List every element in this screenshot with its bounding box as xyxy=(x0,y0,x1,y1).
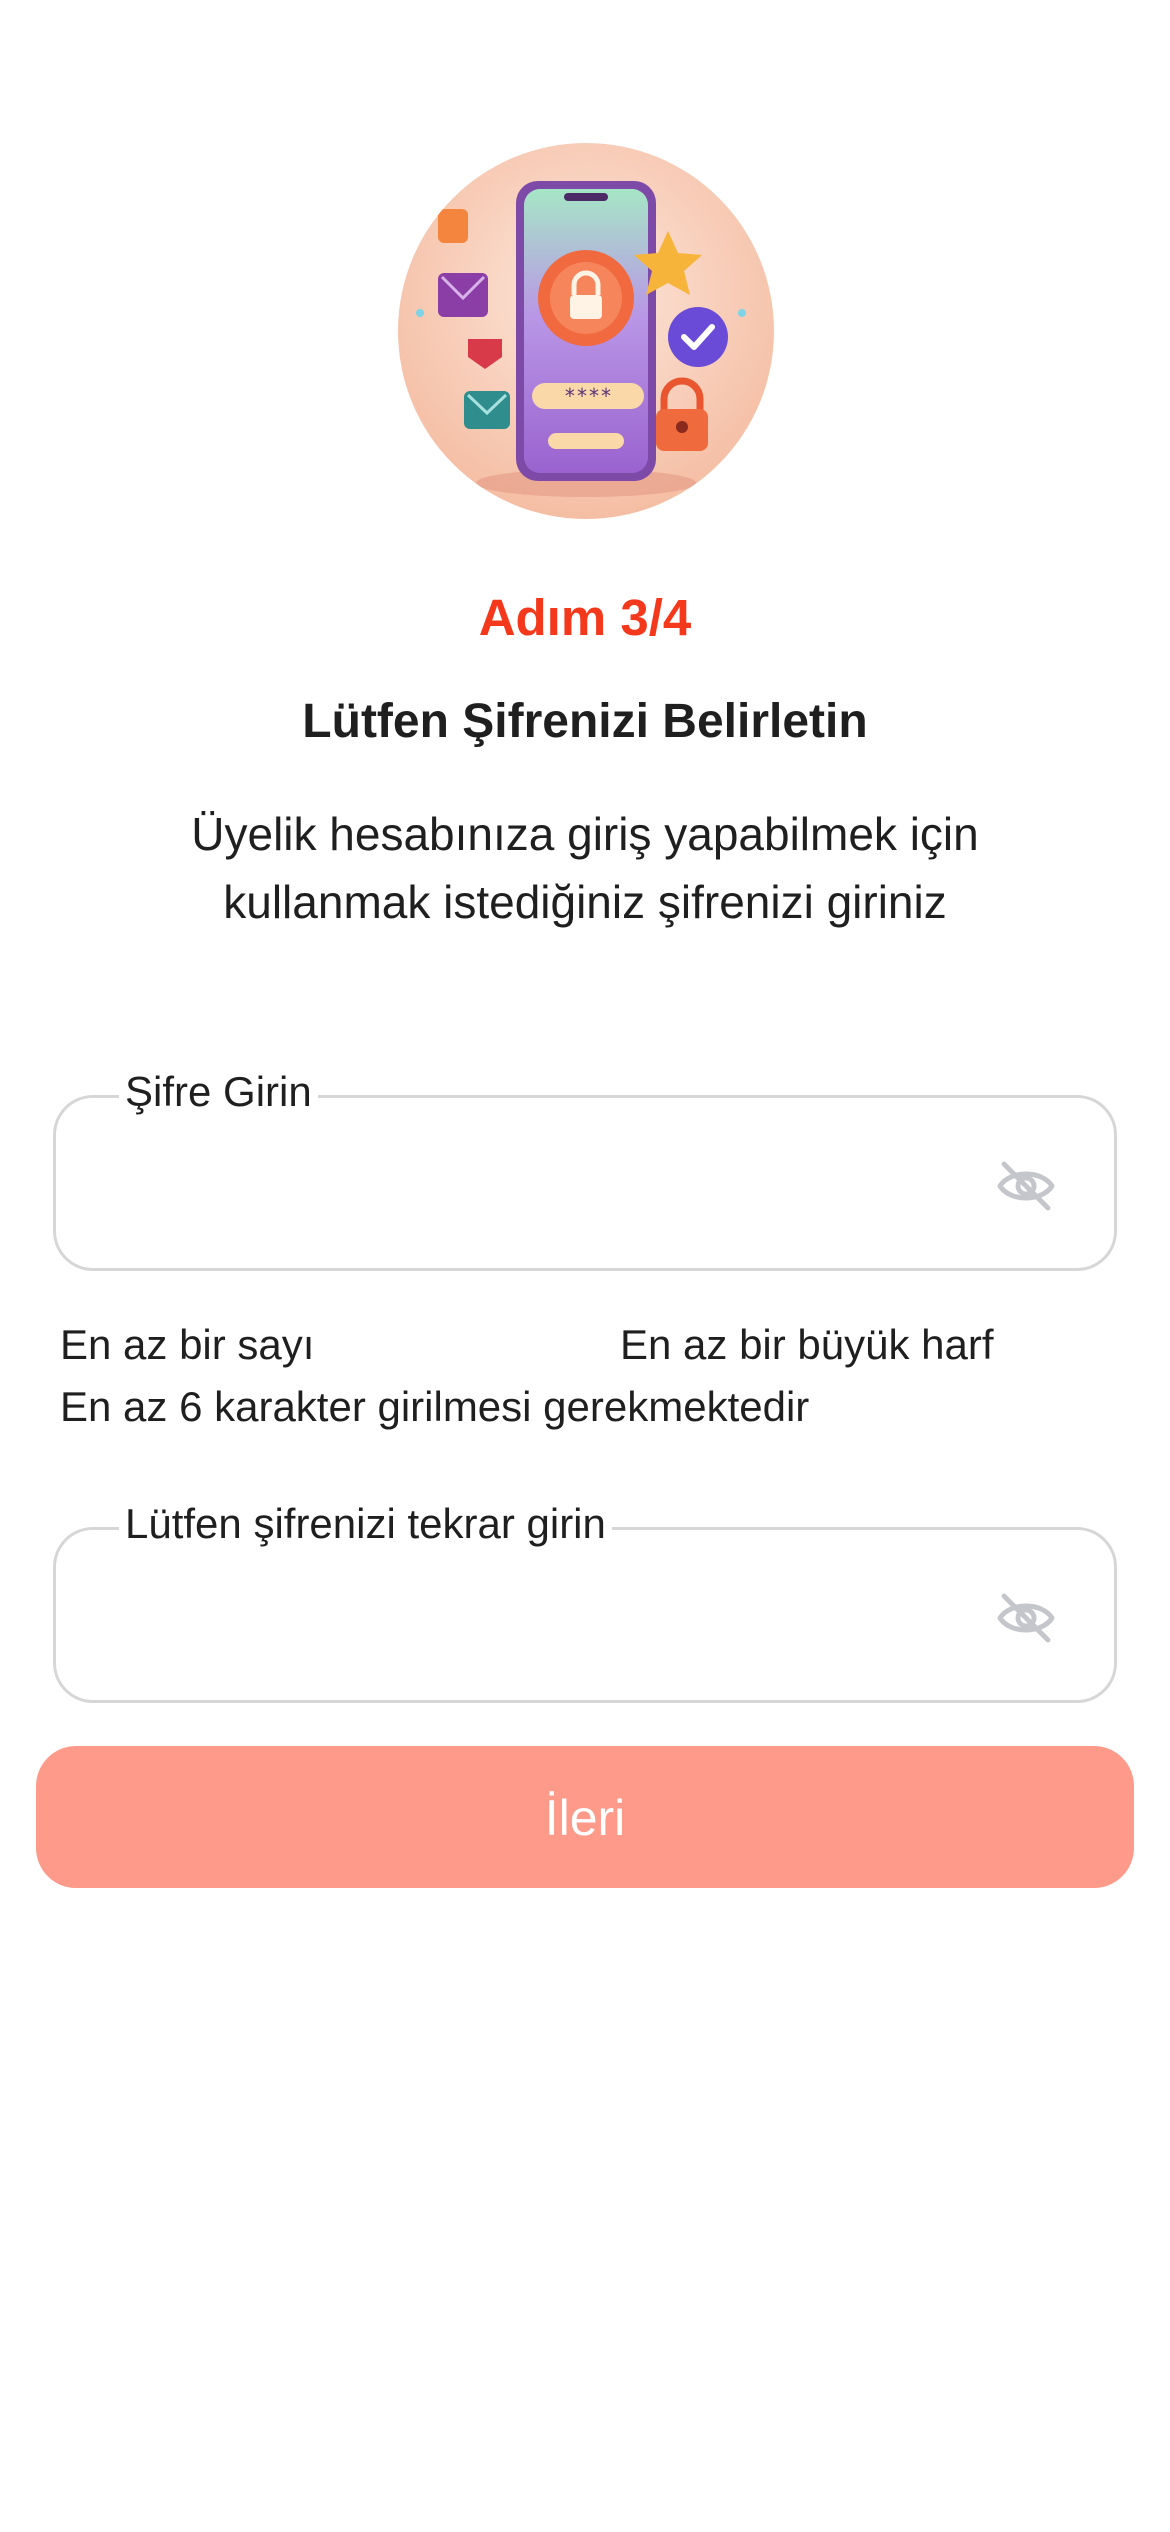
password-input[interactable] xyxy=(116,1138,980,1236)
page-title: Lütfen Şifrenizi Belirletin xyxy=(302,695,868,748)
confirm-password-input[interactable] xyxy=(116,1570,980,1668)
page-description: Üyelik hesabınıza giriş yapabilmek için … xyxy=(191,808,979,928)
next-button[interactable]: İleri xyxy=(36,1746,1134,1888)
step-indicator: Adım 3/4 xyxy=(478,589,692,646)
password-field[interactable]: Şifre Girin xyxy=(53,1062,1117,1271)
rule-uppercase: En az bir büyük harf xyxy=(620,1321,994,1368)
rule-length: En az 6 karakter girilmesi gerekmektedir xyxy=(60,1383,810,1430)
confirm-password-field-label: Lütfen şifrenizi tekrar girin xyxy=(119,1494,612,1554)
confirm-password-field[interactable]: Lütfen şifrenizi tekrar girin xyxy=(53,1494,1117,1703)
eye-off-icon[interactable] xyxy=(994,1590,1058,1646)
hero-illustration: **** xyxy=(398,143,774,519)
eye-off-icon[interactable] xyxy=(994,1158,1058,1214)
password-field-label: Şifre Girin xyxy=(119,1062,318,1122)
hero-masked-text: **** xyxy=(564,384,612,408)
rule-number: En az bir sayı xyxy=(60,1321,315,1368)
